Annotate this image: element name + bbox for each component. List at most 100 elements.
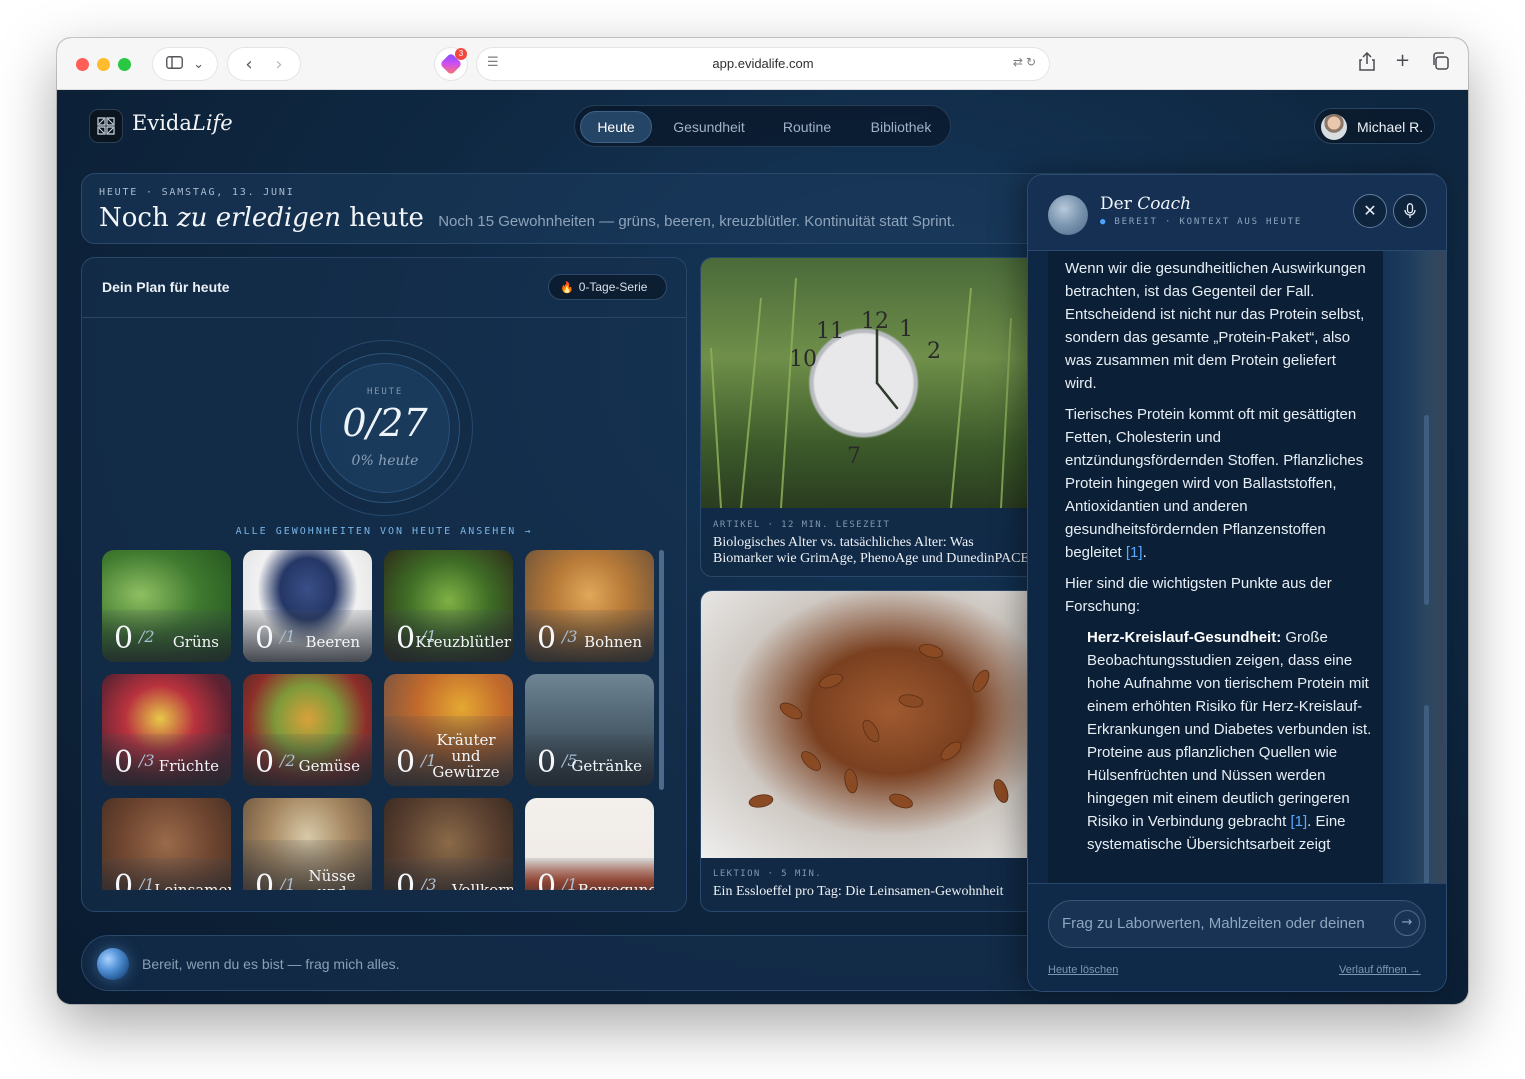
daily-plan-card: Dein Plan für heute 🔥 0-Tage-Serie HEUTE … xyxy=(81,257,687,912)
tab-bibliothek[interactable]: Bibliothek xyxy=(857,111,945,143)
habit-tile-bewegung[interactable]: 0 /1 Bewegung xyxy=(525,798,654,890)
bullet-text: Große Beobachtungsstudien zeigen, dass e… xyxy=(1087,629,1372,830)
article-card[interactable]: 12 11 10 12 7 ARTIKEL · 12 MIN. LESEZEIT Bi… xyxy=(700,257,1046,577)
habit-goal: /1 xyxy=(280,875,296,890)
lesson-image xyxy=(701,591,1045,858)
clock-illustration: 12 11 10 12 7 xyxy=(710,277,1042,508)
citation-link[interactable]: [1] xyxy=(1126,544,1143,561)
habit-name: Früchte xyxy=(158,757,219,775)
address-bar[interactable]: ☰ app.evidalife.com ⇄↻ xyxy=(477,48,1049,80)
voice-input-button[interactable] xyxy=(1393,194,1427,228)
lesson-card[interactable]: LEKTION · 5 MIN. Ein Essloeffel pro Tag:… xyxy=(700,590,1046,912)
divider xyxy=(82,317,686,318)
svg-text:11: 11 xyxy=(816,319,844,344)
minimize-window-button[interactable] xyxy=(97,58,110,71)
habit-goal: /1 xyxy=(139,875,155,890)
habit-tile-gruens[interactable]: 0 /2 Grüns xyxy=(102,550,231,662)
coach-conversation: Wenn wir die gesundheitlichen Auswirkung… xyxy=(1048,251,1383,883)
habit-count: 0 xyxy=(396,621,416,656)
habit-count: 0 xyxy=(114,869,134,891)
coach-scrollbar-lower[interactable] xyxy=(1424,705,1429,885)
habit-tile-getraenke[interactable]: 0 /5 Getränke xyxy=(525,674,654,786)
habit-name: Bewegung xyxy=(577,881,654,890)
forward-button[interactable]: › xyxy=(275,54,282,75)
close-icon: ✕ xyxy=(1363,201,1377,220)
habit-tile-beeren[interactable]: 0 /1 Beeren xyxy=(243,550,372,662)
habit-count: 0 xyxy=(537,869,557,891)
tab-routine[interactable]: Routine xyxy=(767,111,847,143)
quick-ask-prompt: Bereit, wenn du es bist — frag mich alle… xyxy=(142,956,400,972)
send-button[interactable]: → xyxy=(1394,910,1420,936)
brand-name[interactable]: EvidaLife xyxy=(132,111,233,135)
new-tab-button[interactable]: + xyxy=(1395,50,1410,71)
habit-tile-bohnen[interactable]: 0 /3 Bohnen xyxy=(525,550,654,662)
plan-title: Dein Plan für heute xyxy=(102,279,230,295)
logo-icon[interactable] xyxy=(89,109,123,143)
habit-tile-fruechte[interactable]: 0 /3 Früchte xyxy=(102,674,231,786)
habit-goal: /2 xyxy=(280,751,296,770)
article-meta: ARTIKEL · 12 MIN. LESEZEIT xyxy=(713,520,891,530)
sidebar-toggle-button[interactable]: ⌄ xyxy=(153,48,217,80)
streak-badge[interactable]: 🔥 0-Tage-Serie xyxy=(548,274,667,300)
habit-count: 0 xyxy=(255,621,275,656)
back-button[interactable]: ‹ xyxy=(245,54,252,75)
title-italic: zu erledigen xyxy=(176,203,341,233)
svg-text:12: 12 xyxy=(861,309,889,334)
coach-question-input[interactable]: Frag zu Laborwerten, Mahlzeiten oder dei… xyxy=(1048,900,1426,948)
habit-goal: /1 xyxy=(280,627,296,646)
ring-label: HEUTE xyxy=(366,387,404,397)
habit-tile-leinsamen[interactable]: 0 /1 Leinsamen xyxy=(102,798,231,890)
habit-count: 0 xyxy=(396,869,416,891)
translate-reload-icons[interactable]: ⇄↻ xyxy=(1013,55,1039,69)
user-menu-button[interactable]: Michael R. xyxy=(1314,108,1435,144)
habit-goal: /3 xyxy=(421,875,437,890)
habit-count: 0 xyxy=(114,621,134,656)
habit-name: Vollkorn xyxy=(451,881,513,890)
lesson-title: Ein Essloeffel pro Tag: Die Leinsamen-Ge… xyxy=(713,884,1004,899)
habit-tile-nuesse[interactable]: 0 /1 Nüsse und Samen xyxy=(243,798,372,890)
open-history-link[interactable]: Verlauf öffnen → xyxy=(1339,964,1421,976)
habit-count: 0 xyxy=(255,869,275,891)
page-title: Noch zu erledigen heute Noch 15 Gewohnhe… xyxy=(99,203,955,233)
coach-avatar-icon xyxy=(1048,195,1088,235)
coach-panel: Der Coach ● BEREIT · KONTEXT AUS HEUTE ✕… xyxy=(1027,174,1447,992)
tab-heute[interactable]: Heute xyxy=(580,111,652,143)
habit-tile-vollkorn[interactable]: 0 /3 Vollkorn xyxy=(384,798,513,890)
habit-tile-kraeuter[interactable]: 0 /1 Kräuter und Gewürze xyxy=(384,674,513,786)
zoom-window-button[interactable] xyxy=(118,58,131,71)
coach-scrollbar[interactable] xyxy=(1424,415,1429,605)
habit-name: Kreuzblütler xyxy=(415,633,511,651)
ring-percentage: 0% heute xyxy=(351,453,419,469)
flame-icon: 🔥 xyxy=(560,281,574,294)
plus-icon: + xyxy=(1395,50,1411,71)
browser-toolbar: ⌄ ‹ › 3 ☰ app.evidalife.com ⇄↻ + xyxy=(57,38,1468,90)
tab-gesundheit[interactable]: Gesundheit xyxy=(661,111,757,143)
mic-icon xyxy=(1404,203,1416,218)
tabs-icon xyxy=(1433,52,1449,70)
close-window-button[interactable] xyxy=(76,58,89,71)
article-image: 12 11 10 12 7 xyxy=(701,258,1045,508)
citation-link[interactable]: [1] xyxy=(1290,813,1307,830)
chevron-down-icon: ⌄ xyxy=(193,56,204,72)
share-icon[interactable] xyxy=(1359,51,1375,76)
date-eyebrow: HEUTE · SAMSTAG, 13. JUNI xyxy=(99,187,295,198)
coach-title: Der Coach xyxy=(1100,194,1191,214)
main-navigation: Heute Gesundheit Routine Bibliothek xyxy=(574,105,951,147)
clear-today-link[interactable]: Heute löschen xyxy=(1048,964,1118,976)
ring-value: 0/27 xyxy=(342,401,428,445)
habit-name: Bohnen xyxy=(584,633,642,651)
all-habits-link[interactable]: ALLE GEWOHNHEITEN VON HEUTE ANSEHEN → xyxy=(82,526,686,537)
coach-message-paragraph: Hier sind die wichtigsten Punkte aus der… xyxy=(1065,575,1332,615)
habit-grid-scrollbar[interactable] xyxy=(659,550,664,790)
history-navigation: ‹ › xyxy=(228,48,300,80)
arrow-right-icon: → xyxy=(1401,915,1413,930)
tabs-overview-button[interactable] xyxy=(1431,52,1449,75)
coach-status-text: BEREIT · KONTEXT AUS HEUTE xyxy=(1107,217,1303,227)
quick-ask-bar[interactable]: Bereit, wenn du es bist — frag mich alle… xyxy=(81,935,1141,991)
lesson-meta: LEKTION · 5 MIN. xyxy=(713,869,823,879)
habit-tile-kreuzbluetler[interactable]: 0 /1 Kreuzblütler xyxy=(384,550,513,662)
close-coach-button[interactable]: ✕ xyxy=(1353,194,1387,228)
habit-count: 0 xyxy=(255,745,275,780)
coach-header: Der Coach ● BEREIT · KONTEXT AUS HEUTE ✕ xyxy=(1028,175,1446,251)
habit-tile-gemuese[interactable]: 0 /2 Gemüse xyxy=(243,674,372,786)
